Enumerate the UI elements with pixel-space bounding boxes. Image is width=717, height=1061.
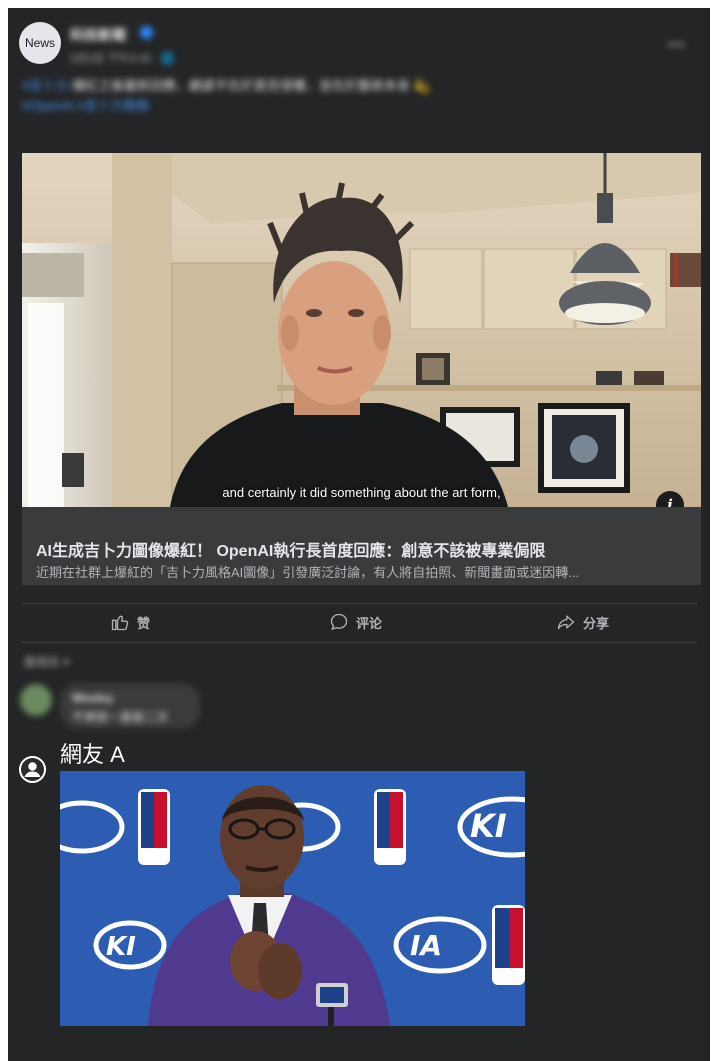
svg-text:KI: KI	[106, 932, 136, 962]
svg-text:IA: IA	[410, 929, 442, 962]
reply-photo[interactable]: KI KI IA	[60, 771, 525, 1026]
page-avatar-text: News	[24, 36, 55, 50]
like-label: 赞	[137, 615, 151, 631]
post-body: 爆紅之後最新回應，顧慮不在於是否侵權，並在於藝術本身 💫	[68, 78, 430, 93]
thumbs-up-icon	[111, 615, 129, 631]
press-conference-image: KI KI IA	[60, 771, 525, 1026]
share-button[interactable]: 分享	[556, 611, 609, 633]
comment-text: 不爽就一直偷二次	[72, 710, 169, 724]
article-description[interactable]: 近期在社群上爆紅的「吉卜力風格AI圖像」引發廣泛討論，有人將自拍照、新聞畫面或迷…	[36, 562, 676, 581]
article-title[interactable]: AI生成吉卜力圖像爆紅！ OpenAI執行長首度回應：創意不該被專業侷限	[36, 537, 696, 561]
actions-divider-top	[22, 603, 697, 604]
video-thumbnail[interactable]: and certainly it did something about the…	[22, 153, 701, 507]
commenter-avatar[interactable]	[20, 684, 52, 716]
comment-bubble-icon	[330, 613, 348, 631]
commenter-name[interactable]: Wesley	[72, 691, 113, 705]
verified-badge-icon	[140, 26, 153, 39]
page-name[interactable]: 科技新聞	[70, 25, 126, 45]
svg-text:KI: KI	[470, 807, 507, 845]
share-arrow-icon	[557, 615, 575, 630]
reply-user-name: 網友 A	[60, 742, 125, 767]
comment-label: 评论	[356, 615, 383, 631]
post-timestamp[interactable]: 5月4日 下午3:45 · 🌐	[70, 50, 174, 66]
user-avatar-icon	[19, 756, 46, 783]
post-text: #吉卜力 爆紅之後最新回應，顧慮不在於是否侵權，並在於藝術本身 💫 #OpenA…	[22, 76, 682, 116]
link-preview[interactable]: and certainly it did something about the…	[22, 153, 701, 585]
page-avatar[interactable]: News	[19, 22, 61, 64]
video-caption: and certainly it did something about the…	[222, 485, 501, 500]
post-card: News 科技新聞 5月4日 下午3:45 · 🌐 ••• #吉卜力 爆紅之後最…	[8, 8, 710, 1061]
person-icon	[19, 756, 46, 783]
video-scene-image	[22, 153, 701, 507]
share-label: 分享	[583, 615, 610, 631]
comment-sort-dropdown[interactable]: 最相关 ▾	[24, 653, 69, 670]
post-hashtags-link[interactable]: #OpenAI #吉卜力風格	[22, 98, 149, 113]
comment-button[interactable]: 评论	[329, 611, 382, 633]
like-button[interactable]: 赞	[110, 611, 150, 633]
post-hashtag[interactable]: #吉卜力	[22, 78, 68, 93]
more-options-icon[interactable]: •••	[668, 36, 686, 52]
actions-divider-bottom	[22, 642, 697, 643]
